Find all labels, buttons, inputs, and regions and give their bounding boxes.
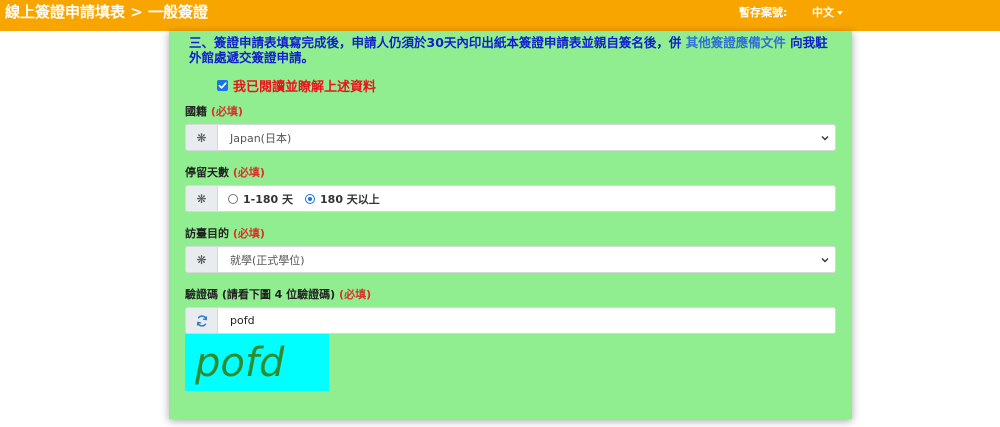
- asterisk-addon: ❋: [186, 186, 218, 211]
- nationality-select-field[interactable]: Japan(日本): [218, 125, 835, 150]
- nationality-label-text: 國籍: [185, 105, 207, 118]
- asterisk-addon: ❋: [186, 125, 218, 150]
- radio-button-selected[interactable]: [305, 193, 316, 204]
- captcha-refresh-button[interactable]: [186, 308, 218, 333]
- required-marker: (必填): [339, 288, 372, 301]
- language-dropdown[interactable]: 中文: [812, 6, 843, 20]
- notice-text-before: 三、簽證申請表填寫完成後，申請人仍須於30天內印出紙本簽證申請表並親自簽名後，併: [189, 35, 682, 50]
- asterisk-icon: ❋: [196, 130, 207, 145]
- nationality-label: 國籍 (必填): [185, 105, 243, 119]
- stay-days-option-short[interactable]: 1-180 天: [228, 191, 293, 207]
- acknowledge-checkbox-row[interactable]: 我已閱讀並瞭解上述資料: [217, 77, 377, 95]
- other-documents-link[interactable]: 其他簽證應備文件: [686, 35, 786, 50]
- asterisk-icon: ❋: [196, 252, 207, 267]
- required-marker: (必填): [232, 227, 265, 240]
- required-marker: (必填): [232, 166, 265, 179]
- refresh-icon[interactable]: [196, 314, 208, 327]
- captcha-image-text: pofd: [195, 339, 285, 386]
- nationality-value: Japan(日本): [230, 131, 292, 145]
- captcha-input-value: pofd: [230, 314, 255, 327]
- top-bar: 線上簽證申請填表 > 一般簽證 暫存案號: 中文: [0, 0, 1000, 31]
- acknowledge-label: 我已閱讀並瞭解上述資料: [233, 79, 377, 95]
- purpose-select-field[interactable]: 就學(正式學位): [218, 247, 835, 272]
- stay-days-option-label: 180 天以上: [320, 192, 380, 206]
- captcha-input[interactable]: pofd: [218, 308, 835, 333]
- language-label: 中文: [812, 6, 834, 19]
- asterisk-icon: ❋: [196, 191, 207, 206]
- radio-button[interactable]: [228, 193, 238, 204]
- captcha-label: 驗證碼 (請看下圖 4 位驗證碼) (必填): [185, 288, 371, 302]
- stay-days-options: 1-180 天 180 天以上: [218, 186, 835, 211]
- acknowledge-checkbox[interactable]: [217, 79, 228, 91]
- captcha-input-group: pofd: [185, 307, 836, 334]
- captcha-label-text: 驗證碼 (請看下圖 4 位驗證碼): [185, 288, 336, 301]
- notice-text: 三、簽證申請表填寫完成後，申請人仍須於30天內印出紙本簽證申請表並親自簽名後，併…: [189, 35, 839, 65]
- asterisk-addon: ❋: [186, 247, 218, 272]
- caret-down-icon: [837, 11, 843, 15]
- stay-days-label: 停留天數 (必填): [185, 166, 265, 180]
- stay-days-radio-group: ❋ 1-180 天 180 天以上: [185, 185, 836, 212]
- stay-days-option-label: 1-180 天: [243, 192, 294, 206]
- stay-days-option-long[interactable]: 180 天以上: [305, 191, 380, 207]
- page-title: 線上簽證申請填表 > 一般簽證: [5, 3, 209, 21]
- purpose-label: 訪臺目的 (必填): [185, 227, 265, 241]
- stay-days-label-text: 停留天數: [185, 166, 229, 179]
- chevron-down-icon: [821, 258, 829, 263]
- form-panel: 三、簽證申請表填寫完成後，申請人仍須於30天內印出紙本簽證申請表並親自簽名後，併…: [169, 31, 852, 419]
- checkmark-icon: [218, 81, 227, 89]
- purpose-value: 就學(正式學位): [230, 253, 305, 267]
- captcha-image: pofd: [185, 334, 329, 391]
- chevron-down-icon: [821, 136, 829, 141]
- purpose-label-text: 訪臺目的: [185, 227, 229, 240]
- saved-case-label: 暫存案號:: [739, 6, 788, 19]
- purpose-select[interactable]: ❋ 就學(正式學位): [185, 246, 836, 273]
- nationality-select[interactable]: ❋ Japan(日本): [185, 124, 836, 151]
- required-marker: (必填): [210, 105, 243, 118]
